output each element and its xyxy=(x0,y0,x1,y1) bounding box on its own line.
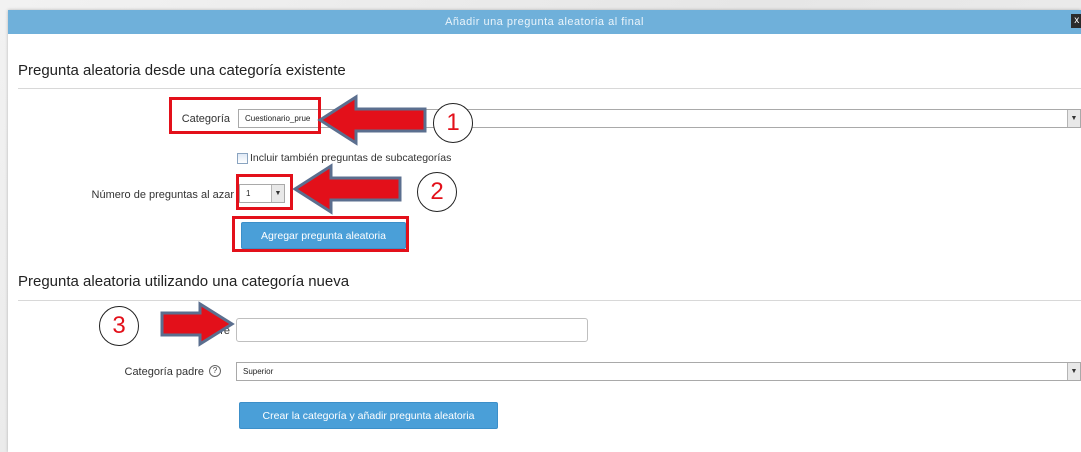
section-divider xyxy=(18,300,1081,301)
highlight-box-category xyxy=(169,97,321,134)
arrow-left-icon xyxy=(317,94,427,146)
include-subcategories-label: Incluir también preguntas de subcategorí… xyxy=(250,152,452,164)
dialog-titlebar: Añadir una pregunta aleatoria al final x xyxy=(8,10,1081,34)
close-icon[interactable]: x xyxy=(1071,14,1081,28)
parent-category-label: Categoría padre xyxy=(124,366,205,378)
highlight-box-number xyxy=(236,174,293,210)
existing-category-heading: Pregunta aleatoria desde una categoría e… xyxy=(18,62,346,79)
dialog-title: Añadir una pregunta aleatoria al final xyxy=(445,16,644,28)
number-label: Número de preguntas al azar xyxy=(91,189,234,201)
chevron-down-icon[interactable]: ▼ xyxy=(1067,110,1080,127)
parent-category-select[interactable]: Superior ▼ xyxy=(236,362,1081,381)
step-1-badge: 1 xyxy=(433,103,473,143)
step-2-badge: 2 xyxy=(417,172,457,212)
name-input[interactable] xyxy=(236,318,588,342)
highlight-box-add-button xyxy=(232,216,409,252)
arrow-left-icon xyxy=(292,163,402,215)
include-subcategories-checkbox[interactable] xyxy=(237,153,248,164)
step-3-badge: 3 xyxy=(99,306,139,346)
new-category-heading: Pregunta aleatoria utilizando una catego… xyxy=(18,273,350,290)
help-icon[interactable]: ? xyxy=(209,365,221,377)
chevron-down-icon[interactable]: ▼ xyxy=(1067,363,1080,380)
random-question-dialog: Añadir una pregunta aleatoria al final x… xyxy=(8,10,1081,452)
parent-category-value: Superior xyxy=(243,367,274,376)
arrow-right-icon xyxy=(160,301,235,347)
section-divider xyxy=(18,88,1081,89)
create-category-button[interactable]: Crear la categoría y añadir pregunta ale… xyxy=(239,402,498,429)
